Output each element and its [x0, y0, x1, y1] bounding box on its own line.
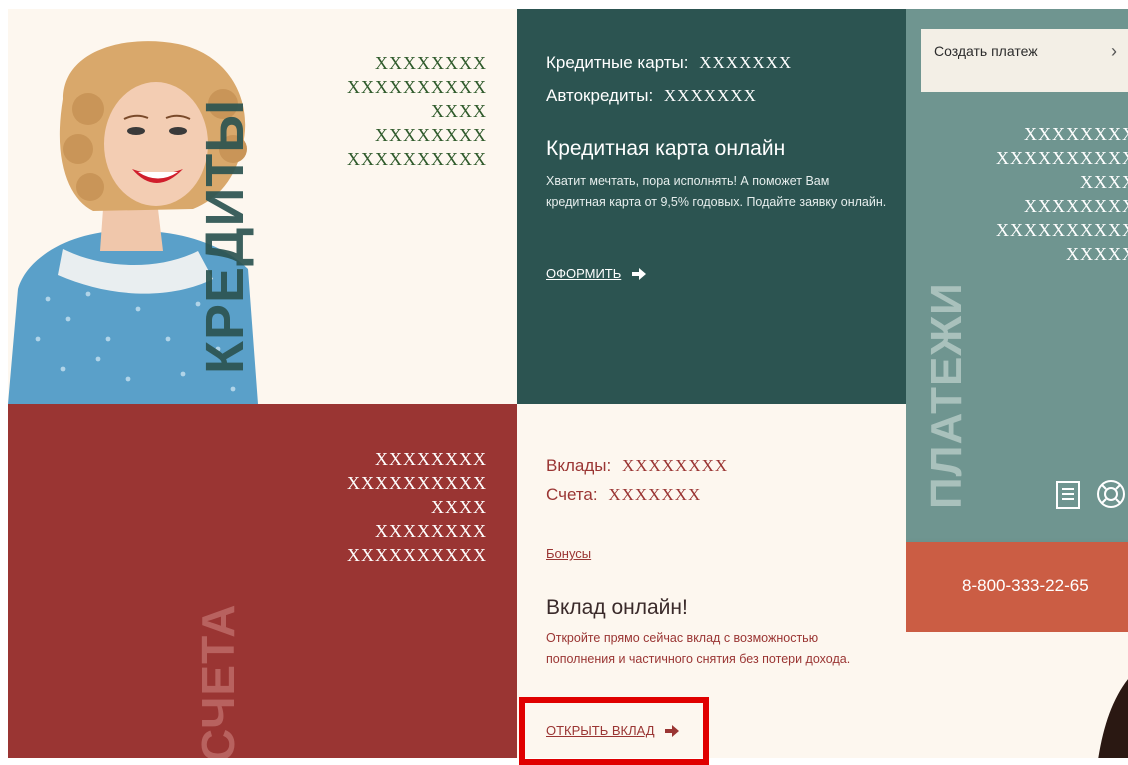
card-promo-text: Хватит мечтать, пора исполнять! А поможе…: [546, 174, 887, 209]
card-promo-title: Кредитная карта онлайн: [546, 137, 786, 160]
auto-loans-label: Автокредиты:: [546, 86, 654, 105]
auto-loans-value: XXXXXXX: [663, 86, 757, 105]
accounts-placeholder-lines: XXXXXXXX XXXXXXXXXX XXXX XXXXXXXX XXXXXX…: [347, 447, 487, 567]
phone-number[interactable]: 8-800-333-22-65: [962, 576, 1089, 596]
hair-silhouette-decoration: [1098, 679, 1128, 758]
placeholder-line: XXXXXXXX: [375, 125, 487, 145]
accounts-value: XXXXXXX: [608, 485, 702, 504]
placeholder-line: XXXX: [431, 101, 487, 121]
phone-panel: 8-800-333-22-65: [906, 542, 1128, 632]
credit-cards-value: XXXXXXX: [699, 53, 793, 72]
payments-placeholder-lines: XXXXXXXX XXXXXXXXXX XXX X XXXXXXX X XXXXXX…: [966, 122, 1128, 266]
placeholder-line: XXXXXXXXXX: [996, 148, 1128, 168]
accounts-panel: XXXXXXXX XXXXXXXXXX XXXX XXXXXXXX XXXXXX…: [8, 404, 517, 758]
deposits-value: XXXXXXXX: [621, 456, 729, 475]
credit-cards-label: Кредитные карты:: [546, 53, 689, 72]
payments-panel: Создать платеж › XXXXXXXX XXXXXXXXXX XXX…: [906, 9, 1128, 542]
deposits-label: Вклады:: [546, 456, 612, 475]
placeholder-line: XXXXXXXXXX: [347, 545, 487, 565]
placeholder-line: XXXXXXXXXX: [347, 149, 487, 169]
bottom-right-panel: [906, 632, 1128, 758]
placeholder-line: XXXXXXXXXX: [347, 473, 487, 493]
placeholder-line: XXXX: [431, 497, 487, 517]
support-icon[interactable]: [1096, 479, 1126, 509]
auto-loans-row: Автокредиты: XXXXXXX: [546, 86, 757, 106]
create-payment-button[interactable]: Создать платеж ›: [921, 29, 1128, 92]
credits-vertical-label: КРЕДИТЫ: [195, 98, 255, 374]
credit-cards-row: Кредитные карты: XXXXXXX: [546, 53, 792, 73]
accounts-label: Счета:: [546, 485, 598, 504]
accounts-vertical-label: СЧЕТА: [192, 603, 244, 759]
highlight-box: [519, 697, 709, 765]
placeholder-line: XXXXX: [1066, 244, 1128, 264]
chevron-right-icon: ›: [1111, 41, 1117, 61]
credit-cards-panel: Кредитные карты: XXXXXXX Автокредиты: XX…: [517, 9, 906, 404]
deposits-row: Вклады: XXXXXXXX: [546, 456, 728, 476]
placeholder-line: XXXXXXXX: [375, 449, 487, 469]
deposit-promo-text: Откройте прямо сейчас вклад с возможност…: [546, 631, 851, 666]
create-payment-label: Создать платеж: [934, 43, 1038, 59]
pinup-woman-illustration: [8, 41, 258, 404]
placeholder-line: XXXXXXXX: [375, 53, 487, 73]
placeholder-line: XXXXXXXXXX: [347, 77, 487, 97]
credits-placeholder-lines: XXXXXXXX XXXXXXXXXX XXXX XXXXXXXX XXXXXX…: [347, 51, 487, 171]
accounts-row: Счета: XXXXXXX: [546, 485, 701, 505]
apply-card-label[interactable]: ОФОРМИТЬ: [546, 266, 621, 281]
placeholder-line: XXXXXXXX: [375, 521, 487, 541]
apply-card-link[interactable]: ОФОРМИТЬ: [546, 265, 646, 283]
list-icon[interactable]: [1056, 481, 1080, 509]
bonuses-link[interactable]: Бонусы: [546, 546, 591, 561]
credits-panel: КРЕДИТЫ XXXXXXXX XXXXXXXXXX XXXX XXXXXXX…: [8, 9, 517, 404]
placeholder-line: XXXX: [1080, 172, 1128, 192]
placeholder-line: XXXXXXXX: [1024, 196, 1128, 216]
payments-vertical-label: ПЛАТЕЖИ: [922, 282, 971, 509]
placeholder-line: XXXXXXXX: [1024, 124, 1128, 144]
deposit-promo-title: Вклад онлайн!: [546, 596, 688, 619]
arrow-right-icon: [631, 267, 646, 280]
placeholder-line: XXXXXXXXXX: [996, 220, 1128, 240]
